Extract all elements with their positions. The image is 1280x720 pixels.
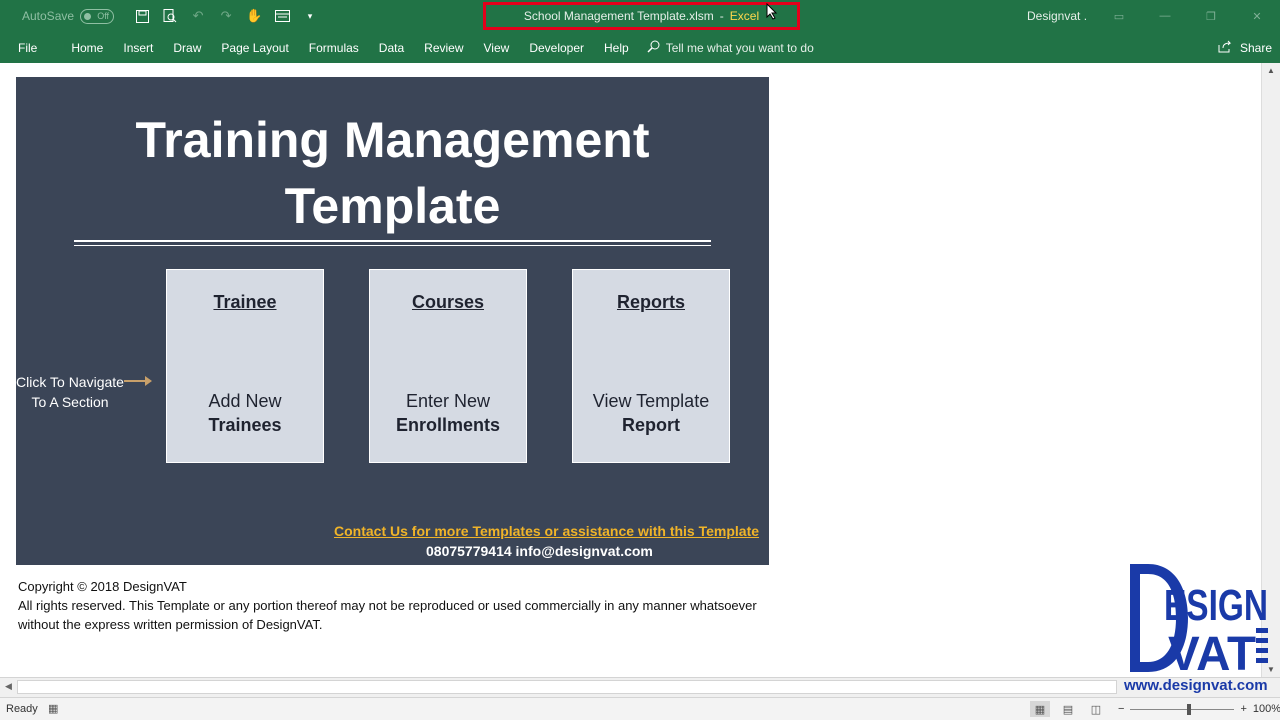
reports-card-line1: View Template — [592, 391, 710, 411]
app-name: Excel — [729, 9, 760, 23]
tab-insert[interactable]: Insert — [113, 32, 163, 63]
zoom-level[interactable]: 100% — [1253, 703, 1280, 715]
window-controls: ▭ — ❐ ✕ — [1096, 0, 1280, 32]
customize-toolbar-icon[interactable]: ▾ — [296, 5, 324, 27]
title-divider — [74, 240, 711, 246]
tab-review[interactable]: Review — [414, 32, 473, 63]
copyright-line2: All rights reserved. This Template or an… — [18, 598, 757, 613]
nav-hint-line2: To A Section — [31, 394, 109, 410]
courses-card[interactable]: Courses Enter New Enrollments — [369, 269, 527, 463]
scroll-track[interactable] — [17, 680, 1117, 694]
contact-us-link[interactable]: Contact Us for more Templates or assista… — [334, 523, 759, 539]
contact-details: 08075779414 info@designvat.com — [426, 543, 653, 559]
autosave-toggle[interactable]: AutoSave Off — [22, 8, 115, 24]
courses-card-line2: Enrollments — [395, 415, 501, 435]
trainee-card[interactable]: Trainee Add New Trainees — [166, 269, 324, 463]
page-break-view-icon[interactable]: ◫ — [1086, 701, 1106, 717]
ribbon: File Home Insert Draw Page Layout Formul… — [0, 32, 1280, 63]
ribbon-display-options-icon[interactable]: ▭ — [1096, 0, 1142, 32]
trainee-card-line1: Add New — [208, 391, 282, 411]
copyright-line3: without the express written permission o… — [18, 617, 323, 632]
dashboard-title-line2: Template — [284, 178, 501, 234]
share-icon — [1218, 40, 1232, 56]
logo-url: www.designvat.com — [1124, 677, 1268, 694]
zoom-slider[interactable] — [1130, 703, 1235, 715]
share-label: Share — [1239, 40, 1272, 55]
title-separator: - — [719, 9, 724, 23]
logo-text-bottom: VAT — [1168, 628, 1256, 676]
navigation-hint: Click To Navigate To A Section — [16, 372, 124, 412]
tell-me-label: Tell me what you want to do — [665, 40, 814, 55]
page-layout-view-icon[interactable]: ▤ — [1058, 701, 1078, 717]
minimize-button[interactable]: — — [1142, 0, 1188, 32]
logo-text-top: ESIGN — [1164, 581, 1268, 630]
save-icon[interactable] — [128, 5, 156, 27]
courses-card-line1: Enter New — [405, 391, 491, 411]
form-icon[interactable] — [268, 5, 296, 27]
close-button[interactable]: ✕ — [1234, 0, 1280, 32]
zoom-control: − + 100% — [1118, 703, 1280, 715]
courses-link[interactable]: Courses — [370, 292, 526, 313]
trainee-card-line2: Trainees — [208, 415, 282, 435]
status-bar: Ready ▦ ▦ ▤ ◫ − + 100% — [0, 697, 1280, 720]
normal-view-icon[interactable]: ▦ — [1030, 701, 1050, 717]
print-preview-icon[interactable] — [156, 5, 184, 27]
tab-formulas[interactable]: Formulas — [299, 32, 369, 63]
reports-card[interactable]: Reports View Template Report — [572, 269, 730, 463]
copyright-notice: Copyright © 2018 DesignVAT All rights re… — [18, 577, 757, 634]
dashboard-title: Training Management Template — [16, 107, 769, 239]
autosave-switch[interactable]: Off — [80, 8, 115, 24]
redo-icon[interactable]: ↷ — [212, 5, 240, 27]
reports-link[interactable]: Reports — [573, 292, 729, 313]
user-account[interactable]: Designvat . — [1027, 9, 1087, 23]
title-bar: AutoSave Off ↶ ↷ ✋ ▾ School Management T… — [0, 0, 1280, 32]
zoom-out-button[interactable]: − — [1118, 703, 1124, 715]
undo-icon[interactable]: ↶ — [184, 5, 212, 27]
tab-data[interactable]: Data — [369, 32, 414, 63]
trainee-link[interactable]: Trainee — [167, 292, 323, 313]
reports-card-line2: Report — [622, 415, 680, 435]
tab-help[interactable]: Help — [594, 32, 639, 63]
share-button[interactable]: Share — [1218, 32, 1272, 63]
touch-mode-icon[interactable]: ✋ — [240, 5, 268, 27]
arrow-right-icon — [124, 376, 152, 386]
lightbulb-search-icon — [647, 40, 660, 56]
scroll-up-icon[interactable]: ▲ — [1267, 66, 1275, 75]
macro-recording-icon[interactable]: ▦ — [48, 702, 58, 715]
view-switcher: ▦ ▤ ◫ — [1030, 701, 1106, 717]
document-name: School Management Template.xlsm — [523, 9, 714, 23]
nav-hint-line1: Click To Navigate — [16, 374, 124, 390]
quick-access-toolbar: AutoSave Off ↶ ↷ ✋ ▾ — [0, 0, 324, 32]
status-text: Ready — [6, 703, 38, 715]
horizontal-scrollbar[interactable]: ◀ — [0, 677, 1280, 697]
zoom-in-button[interactable]: + — [1240, 703, 1246, 715]
scroll-left-icon[interactable]: ◀ — [5, 681, 12, 692]
dashboard-title-line1: Training Management — [135, 112, 650, 168]
tab-page-layout[interactable]: Page Layout — [211, 32, 298, 63]
tab-file[interactable]: File — [8, 32, 47, 63]
ribbon-tabs: File Home Insert Draw Page Layout Formul… — [8, 32, 814, 63]
autosave-label: AutoSave — [22, 9, 75, 23]
tab-draw[interactable]: Draw — [163, 32, 211, 63]
tell-me-search[interactable]: Tell me what you want to do — [647, 40, 814, 56]
restore-button[interactable]: ❐ — [1188, 0, 1234, 32]
designvat-logo: ESIGN VAT — [1126, 562, 1270, 696]
copyright-line1: Copyright © 2018 DesignVAT — [18, 579, 187, 594]
dashboard-panel: Training Management Template Click To Na… — [16, 77, 769, 565]
document-title: School Management Template.xlsm - Excel — [483, 2, 800, 30]
mouse-pointer-icon — [766, 2, 778, 23]
tab-home[interactable]: Home — [61, 32, 113, 63]
tab-developer[interactable]: Developer — [519, 32, 594, 63]
tab-view[interactable]: View — [474, 32, 520, 63]
zoom-slider-thumb[interactable] — [1187, 703, 1192, 715]
